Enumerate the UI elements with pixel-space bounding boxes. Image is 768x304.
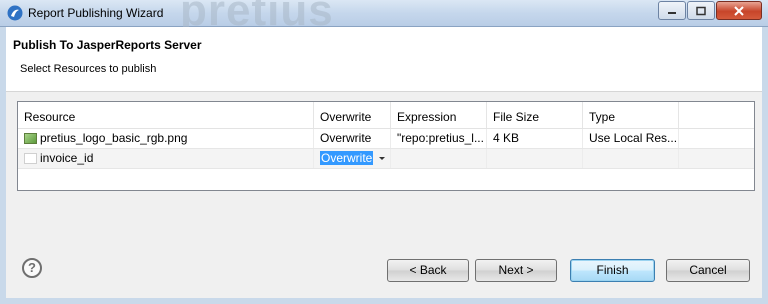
cell-file-size [487, 149, 583, 168]
cell-resource: invoice_id [18, 149, 314, 168]
title-bar: pretius Report Publishing Wizard [0, 0, 768, 35]
window-controls [657, 1, 762, 20]
column-header-type[interactable]: Type [583, 102, 679, 128]
resources-table: Resource Overwrite Expression File Size … [17, 101, 755, 191]
close-button[interactable] [716, 1, 762, 20]
maximize-icon [696, 6, 706, 15]
page-title: Publish To JasperReports Server [13, 38, 202, 52]
table-row[interactable]: pretius_logo_basic_rgb.png Overwrite "re… [18, 129, 754, 148]
resource-name: pretius_logo_basic_rgb.png [40, 131, 188, 145]
column-header-resource[interactable]: Resource [18, 102, 314, 128]
next-button[interactable]: Next > [475, 259, 557, 282]
cell-type[interactable]: Use Local Res... [583, 129, 679, 148]
minimize-button[interactable] [658, 1, 686, 20]
window-title: Report Publishing Wizard [28, 6, 164, 20]
jaspersoft-app-icon [7, 5, 23, 21]
table-row[interactable]: invoice_id Overwrite [18, 148, 754, 169]
cancel-button[interactable]: Cancel [666, 259, 750, 282]
parameter-icon [24, 153, 37, 164]
table-header: Resource Overwrite Expression File Size … [18, 102, 754, 129]
page-subtitle: Select Resources to publish [20, 63, 157, 75]
minimize-icon [668, 11, 676, 14]
column-header-file-size[interactable]: File Size [487, 102, 583, 128]
cell-expression[interactable]: "repo:pretius_l... [391, 129, 487, 148]
cell-file-size: 4 KB [487, 129, 583, 148]
maximize-button[interactable] [687, 1, 715, 20]
back-button[interactable]: < Back [387, 259, 469, 282]
wizard-content: Resource Overwrite Expression File Size … [6, 92, 762, 298]
overwrite-combo-value[interactable]: Overwrite [320, 151, 374, 165]
column-header-overwrite[interactable]: Overwrite [314, 102, 391, 128]
chevron-down-icon[interactable] [373, 149, 391, 168]
help-icon[interactable]: ? [22, 258, 42, 278]
column-header-expression[interactable]: Expression [391, 102, 487, 128]
resource-name: invoice_id [40, 151, 94, 165]
close-icon [734, 5, 744, 16]
image-file-icon [24, 133, 37, 144]
finish-button[interactable]: Finish [570, 259, 655, 282]
cell-resource: pretius_logo_basic_rgb.png [18, 129, 314, 148]
cell-type[interactable] [583, 149, 679, 168]
cell-overwrite[interactable]: Overwrite [314, 129, 391, 148]
cell-expression[interactable] [391, 149, 487, 168]
wizard-header: Publish To JasperReports Server Select R… [6, 27, 762, 92]
